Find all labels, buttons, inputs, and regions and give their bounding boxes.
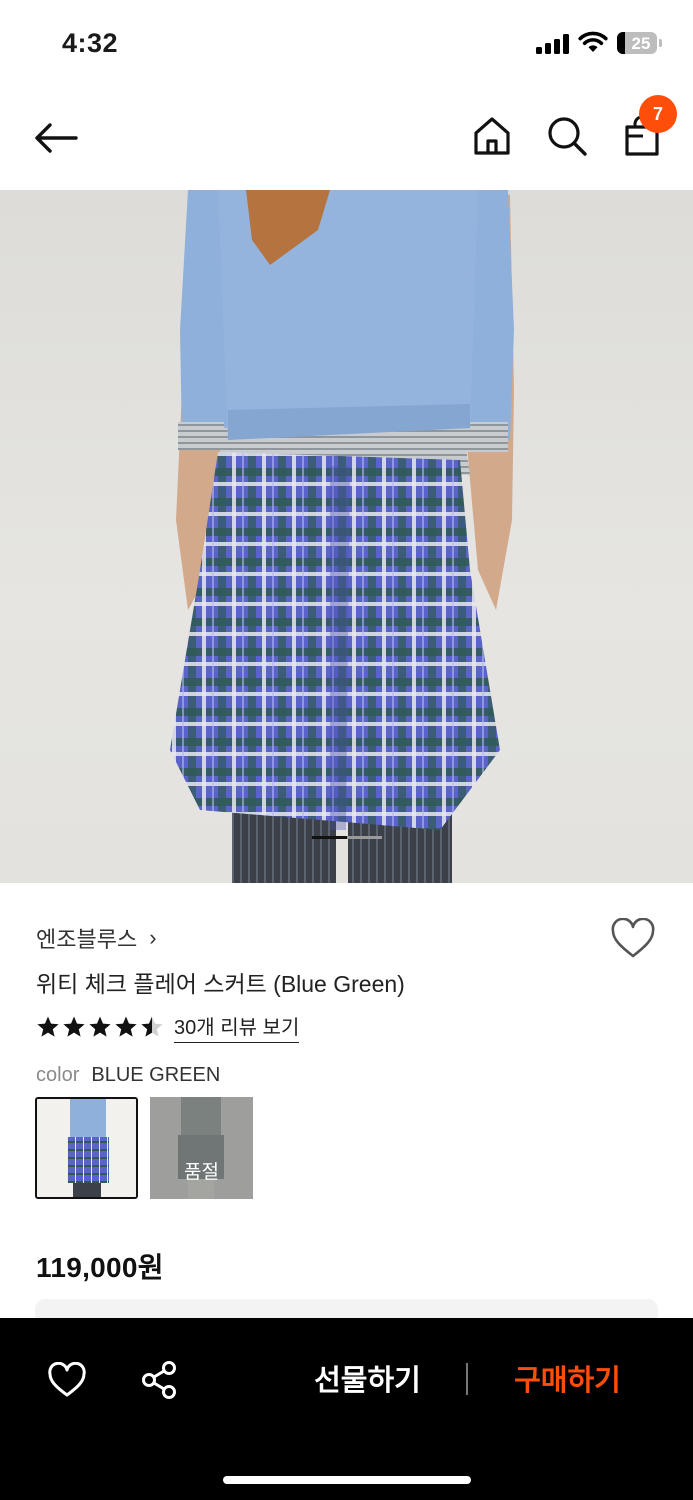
signal-icon (536, 34, 570, 54)
color-label: color (36, 1064, 80, 1086)
star-icon (63, 1016, 85, 1037)
heart-icon[interactable] (47, 1362, 87, 1398)
product-photo (170, 190, 514, 883)
indicator-inactive-segment (347, 836, 382, 839)
share-icon[interactable] (140, 1360, 178, 1400)
review-link[interactable]: 30개 리뷰 보기 (174, 1011, 300, 1043)
battery-percent: 25 (631, 34, 651, 53)
star-icon (37, 1016, 59, 1037)
product-name: 위티 체크 플레어 스커트 (Blue Green) (36, 971, 405, 997)
battery-level (617, 32, 625, 54)
swatch-thumbnail (37, 1099, 136, 1197)
brand-link[interactable]: 엔조블루스 › (36, 922, 157, 954)
sold-out-label: 품절 (184, 1162, 219, 1183)
product-image[interactable] (0, 190, 693, 883)
color-row: color BLUE GREEN (36, 1064, 220, 1087)
status-bar: 4:32 25 (0, 0, 693, 88)
half-star-icon (141, 1016, 163, 1037)
image-page-indicator (312, 836, 382, 839)
rating-row: 30개 리뷰 보기 (36, 1011, 300, 1043)
star-icon (115, 1016, 137, 1037)
buy-button[interactable]: 구매하기 (500, 1358, 635, 1404)
battery-nub (659, 39, 662, 47)
color-swatch-selected[interactable] (35, 1097, 138, 1199)
product-detail-page: 4:32 25 7 엔조블루스 › 위티 체크 플레어 스커트 (Blue Gr… (0, 0, 693, 1500)
battery-icon: 25 (617, 32, 657, 54)
gift-button[interactable]: 선물하기 (300, 1358, 435, 1404)
brand-name: 엔조블루스 (36, 927, 138, 952)
star-icon (89, 1016, 111, 1037)
indicator-active-segment (312, 836, 347, 839)
home-icon[interactable] (470, 114, 514, 158)
nav-bar (0, 88, 693, 190)
color-swatch-sold-out[interactable]: 품절 (150, 1097, 253, 1199)
wishlist-heart-icon[interactable] (610, 918, 656, 960)
color-value: BLUE GREEN (91, 1064, 221, 1086)
bottom-action-bar: 선물하기 구매하기 (0, 1318, 693, 1500)
rating-stars (36, 1015, 164, 1039)
status-time: 4:32 (62, 28, 119, 58)
search-icon[interactable] (545, 114, 589, 158)
wifi-icon (578, 31, 608, 52)
chevron-right-icon: › (149, 925, 157, 950)
product-price: 119,000원 (36, 1252, 164, 1283)
home-indicator (223, 1476, 471, 1484)
back-arrow-icon[interactable] (30, 116, 80, 160)
button-divider (466, 1363, 468, 1395)
cart-count-badge: 7 (639, 95, 677, 133)
